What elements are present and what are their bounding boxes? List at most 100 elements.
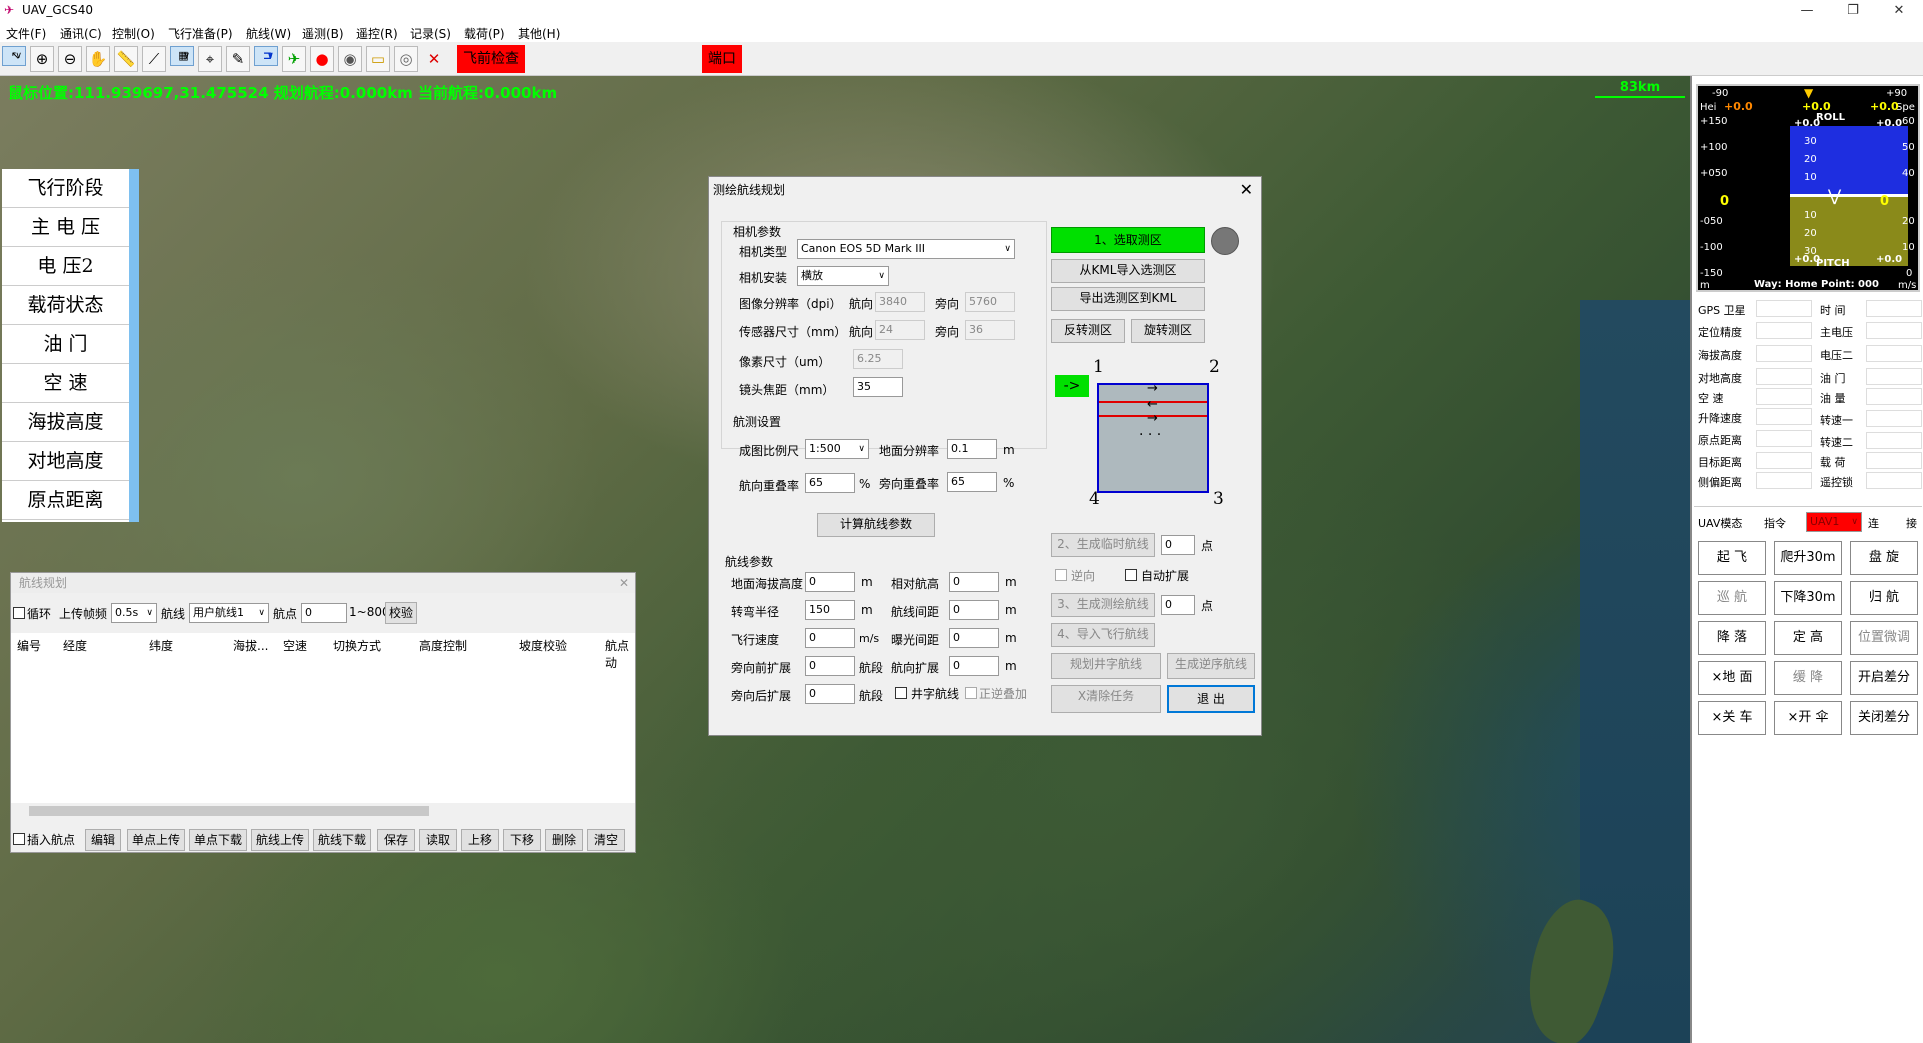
mount-select[interactable]: 横放 xyxy=(797,266,889,286)
plan-cross-route-button[interactable]: 规划井字航线 xyxy=(1051,653,1161,679)
climb-button[interactable]: 爬升30m xyxy=(1774,541,1842,575)
res-along-input[interactable]: 3840 xyxy=(875,292,925,312)
record-icon[interactable]: ● xyxy=(310,46,334,72)
reverse-area-button[interactable]: 反转测区 xyxy=(1051,319,1125,343)
gen-survey-route-button[interactable]: 3、生成测绘航线 xyxy=(1051,593,1155,617)
grid-icon[interactable]: ▦ xyxy=(170,46,194,66)
turn-radius-input[interactable]: 150 xyxy=(805,600,855,620)
menu-other[interactable]: 其他(H) xyxy=(518,25,560,42)
port-button[interactable]: 端口 xyxy=(702,45,742,73)
menu-route[interactable]: 航线(W) xyxy=(246,25,291,42)
connect-label-1[interactable]: 连 xyxy=(1868,515,1879,531)
waypoint-table[interactable]: 编号 经度 纬度 海拔... 空速 切换方式 高度控制 坡度校验 航点动 xyxy=(11,633,635,803)
ruler-icon[interactable]: 📏 xyxy=(114,46,138,72)
close-icon[interactable]: ✕ xyxy=(422,46,446,72)
loop-checkbox[interactable] xyxy=(13,607,25,619)
side-back-input[interactable]: 0 xyxy=(805,684,855,704)
clear-button[interactable]: 清空 xyxy=(587,829,625,851)
side-front-input[interactable]: 0 xyxy=(805,656,855,676)
maximize-button[interactable]: ❐ xyxy=(1830,0,1876,22)
import-flight-route-button[interactable]: 4、导入飞行航线 xyxy=(1051,623,1155,647)
single-upload-button[interactable]: 单点上传 xyxy=(127,829,185,851)
reverse-stack-checkbox[interactable] xyxy=(965,687,977,699)
menu-control[interactable]: 控制(O) xyxy=(112,25,155,42)
fwd-ext-input[interactable]: 0 xyxy=(949,656,999,676)
reverse-dir-checkbox[interactable] xyxy=(1055,569,1067,581)
uav-select[interactable]: UAV1 xyxy=(1806,512,1862,532)
horizontal-scrollbar[interactable] xyxy=(11,803,635,819)
menu-comm[interactable]: 通讯(C) xyxy=(60,25,102,42)
gen-reverse-route-button[interactable]: 生成逆序航线 xyxy=(1167,653,1255,679)
hand-icon[interactable]: ✋ xyxy=(86,46,110,72)
preflight-check-button[interactable]: 飞前检查 xyxy=(457,45,525,73)
delete-button[interactable]: 删除 xyxy=(545,829,583,851)
single-download-button[interactable]: 单点下载 xyxy=(189,829,247,851)
export-kml-button[interactable]: 导出选测区到KML xyxy=(1051,287,1205,311)
position-adjust-button[interactable]: 位置微调 xyxy=(1850,621,1918,655)
return-home-button[interactable]: 归 航 xyxy=(1850,581,1918,615)
calc-params-button[interactable]: 计算航线参数 xyxy=(817,513,935,537)
gsd-input[interactable]: 0.1 xyxy=(947,439,997,459)
minimize-button[interactable]: — xyxy=(1784,0,1830,22)
waypoint-input[interactable]: 0 xyxy=(301,603,347,623)
draw-line-icon[interactable]: ⟋ xyxy=(142,46,166,72)
survey-area-rect[interactable]: → ← → · · · xyxy=(1097,381,1209,493)
camera-icon[interactable]: ◉ xyxy=(338,46,362,72)
focal-input[interactable]: 35 xyxy=(853,377,903,397)
eraser-icon[interactable]: ✎ xyxy=(226,46,250,72)
insert-waypoint-checkbox[interactable] xyxy=(13,833,25,845)
takeoff-button[interactable]: 起 飞 xyxy=(1698,541,1766,575)
pointer-icon[interactable]: ↖ xyxy=(2,46,26,66)
slow-descend-button[interactable]: 缓 降 xyxy=(1774,661,1842,695)
fwd-overlap-input[interactable]: 65 xyxy=(805,473,855,493)
menu-payload[interactable]: 载荷(P) xyxy=(464,25,505,42)
clear-task-button[interactable]: X清除任务 xyxy=(1051,685,1161,713)
menu-record[interactable]: 记录(S) xyxy=(410,25,451,42)
gen-temp-route-button[interactable]: 2、生成临时航线 xyxy=(1051,533,1155,557)
descend-button[interactable]: 下降30m xyxy=(1774,581,1842,615)
scroll-thumb[interactable] xyxy=(29,806,429,816)
route-select[interactable]: 用户航线1 xyxy=(189,603,269,623)
ground-button[interactable]: ×地 面 xyxy=(1698,661,1766,695)
hold-altitude-button[interactable]: 定 高 xyxy=(1774,621,1842,655)
route-upload-button[interactable]: 航线上传 xyxy=(251,829,309,851)
open-parachute-button[interactable]: ×开 伞 xyxy=(1774,701,1842,735)
speed-input[interactable]: 0 xyxy=(805,628,855,648)
res-across-input[interactable]: 5760 xyxy=(965,292,1015,312)
survey-route-count[interactable]: 0 xyxy=(1161,595,1195,615)
menu-telemetry[interactable]: 遥测(B) xyxy=(302,25,344,42)
side-overlap-input[interactable]: 65 xyxy=(947,472,997,492)
route-icon[interactable]: ⊐ xyxy=(254,46,278,66)
plane-icon[interactable]: ✈ xyxy=(282,46,306,72)
folder-icon[interactable]: ▭ xyxy=(366,46,390,72)
rotate-area-button[interactable]: 旋转测区 xyxy=(1131,319,1205,343)
select-area-button[interactable]: 1、选取测区 xyxy=(1051,227,1205,253)
cross-route-checkbox[interactable] xyxy=(895,687,907,699)
move-up-button[interactable]: 上移 xyxy=(461,829,499,851)
rel-alt-input[interactable]: 0 xyxy=(949,572,999,592)
verify-button[interactable]: 校验 xyxy=(385,602,417,624)
engine-off-button[interactable]: ×关 车 xyxy=(1698,701,1766,735)
orbit-button[interactable]: 盘 旋 xyxy=(1850,541,1918,575)
disc-icon[interactable]: ◎ xyxy=(394,46,418,72)
menu-file[interactable]: 文件(F) xyxy=(6,25,46,42)
crosshair-icon[interactable]: ⌖ xyxy=(198,46,222,72)
close-icon[interactable]: ✕ xyxy=(619,573,629,593)
line-spacing-input[interactable]: 0 xyxy=(949,600,999,620)
sensor-across-input[interactable]: 36 xyxy=(965,320,1015,340)
zoom-out-icon[interactable]: ⊖ xyxy=(58,46,82,72)
exposure-input[interactable]: 0 xyxy=(949,628,999,648)
cruise-button[interactable]: 巡 航 xyxy=(1698,581,1766,615)
exit-button[interactable]: 退 出 xyxy=(1167,685,1255,713)
zoom-in-icon[interactable]: ⊕ xyxy=(30,46,54,72)
camera-type-select[interactable]: Canon EOS 5D Mark III xyxy=(797,239,1015,259)
menu-remote[interactable]: 遥控(R) xyxy=(356,25,398,42)
upload-freq-select[interactable]: 0.5s xyxy=(111,603,157,623)
scale-select[interactable]: 1:500 xyxy=(805,439,869,459)
close-window-button[interactable]: ✕ xyxy=(1876,0,1922,22)
import-kml-button[interactable]: 从KML导入选测区 xyxy=(1051,259,1205,283)
read-button[interactable]: 读取 xyxy=(419,829,457,851)
temp-route-count[interactable]: 0 xyxy=(1161,535,1195,555)
auto-expand-checkbox[interactable] xyxy=(1125,569,1137,581)
save-button[interactable]: 保存 xyxy=(377,829,415,851)
